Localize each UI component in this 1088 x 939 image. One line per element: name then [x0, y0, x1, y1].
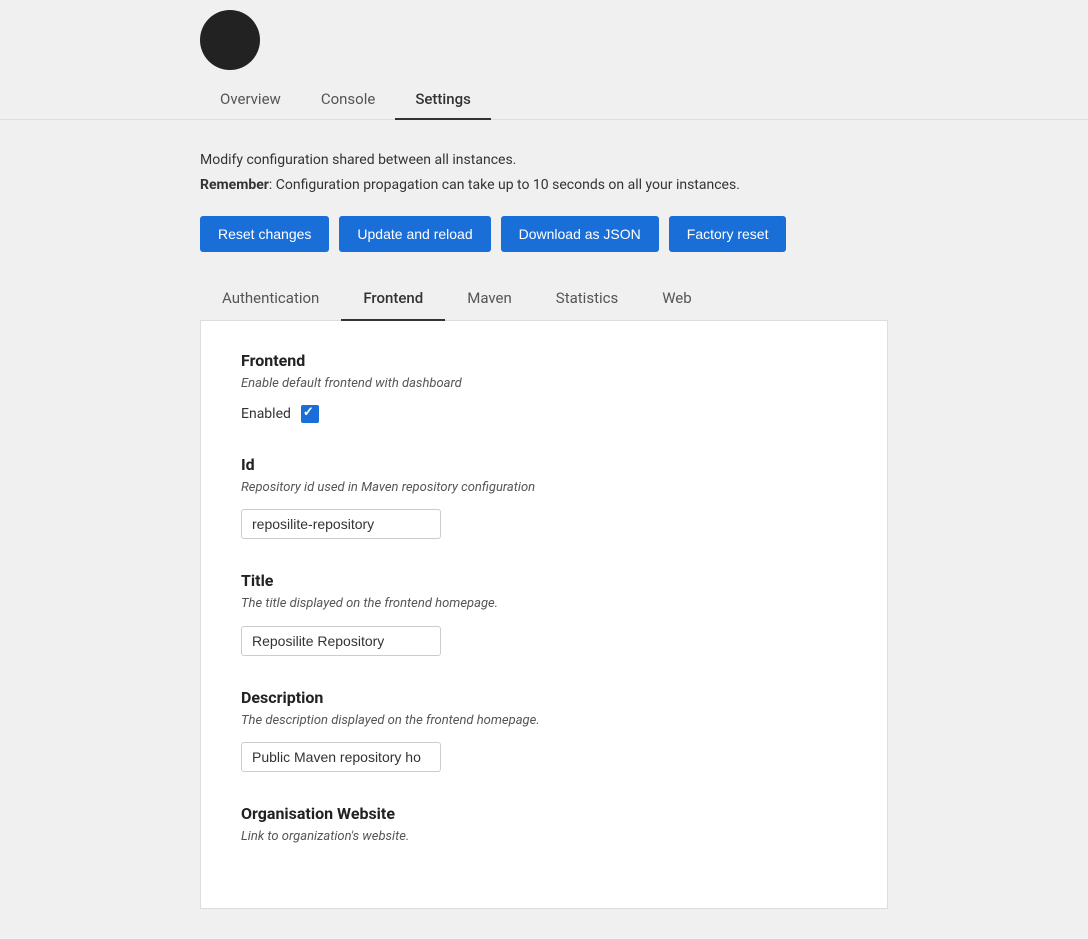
- info-line1: Modify configuration shared between all …: [200, 150, 888, 171]
- remember-label: Remember: [200, 177, 269, 193]
- tab-maven[interactable]: Maven: [445, 277, 534, 321]
- id-title: Id: [241, 455, 847, 474]
- download-json-button[interactable]: Download as JSON: [501, 216, 659, 252]
- description-section: Description The description displayed on…: [241, 688, 847, 772]
- frontend-title: Frontend: [241, 351, 847, 370]
- content-area: Modify configuration shared between all …: [0, 120, 1088, 939]
- tab-statistics[interactable]: Statistics: [534, 277, 640, 321]
- title-field-label: Title: [241, 571, 847, 590]
- title-input[interactable]: [241, 626, 441, 656]
- enabled-checkbox[interactable]: [301, 405, 319, 423]
- action-buttons: Reset changes Update and reload Download…: [200, 216, 888, 252]
- org-website-title: Organisation Website: [241, 804, 847, 823]
- id-section: Id Repository id used in Maven repositor…: [241, 455, 847, 539]
- info-line2: Remember: Configuration propagation can …: [200, 175, 888, 196]
- enabled-label: Enabled: [241, 406, 291, 422]
- tab-console[interactable]: Console: [301, 80, 396, 120]
- info-line2-body: : Configuration propagation can take up …: [269, 177, 740, 193]
- tab-settings[interactable]: Settings: [395, 80, 491, 120]
- frontend-desc: Enable default frontend with dashboard: [241, 375, 847, 393]
- tab-frontend[interactable]: Frontend: [341, 277, 445, 321]
- tab-authentication[interactable]: Authentication: [200, 277, 341, 321]
- settings-panel: Frontend Enable default frontend with da…: [200, 321, 888, 909]
- avatar: [200, 10, 260, 70]
- top-nav: Overview Console Settings: [0, 80, 1088, 120]
- title-desc: The title displayed on the frontend home…: [241, 595, 847, 613]
- tab-web[interactable]: Web: [640, 277, 713, 321]
- description-input[interactable]: [241, 742, 441, 772]
- org-website-desc: Link to organization's website.: [241, 828, 847, 846]
- id-desc: Repository id used in Maven repository c…: [241, 479, 847, 497]
- reset-changes-button[interactable]: Reset changes: [200, 216, 329, 252]
- settings-tabs: Authentication Frontend Maven Statistics…: [200, 277, 888, 321]
- factory-reset-button[interactable]: Factory reset: [669, 216, 787, 252]
- tab-overview[interactable]: Overview: [200, 80, 301, 120]
- description-title: Description: [241, 688, 847, 707]
- title-section: Title The title displayed on the fronten…: [241, 571, 847, 655]
- update-reload-button[interactable]: Update and reload: [339, 216, 490, 252]
- org-website-section: Organisation Website Link to organizatio…: [241, 804, 847, 846]
- avatar-area: [0, 0, 1088, 70]
- description-desc: The description displayed on the fronten…: [241, 712, 847, 730]
- page-wrapper: Overview Console Settings Modify configu…: [0, 0, 1088, 939]
- frontend-section: Frontend Enable default frontend with da…: [241, 351, 847, 423]
- id-input[interactable]: [241, 509, 441, 539]
- enabled-row: Enabled: [241, 405, 847, 423]
